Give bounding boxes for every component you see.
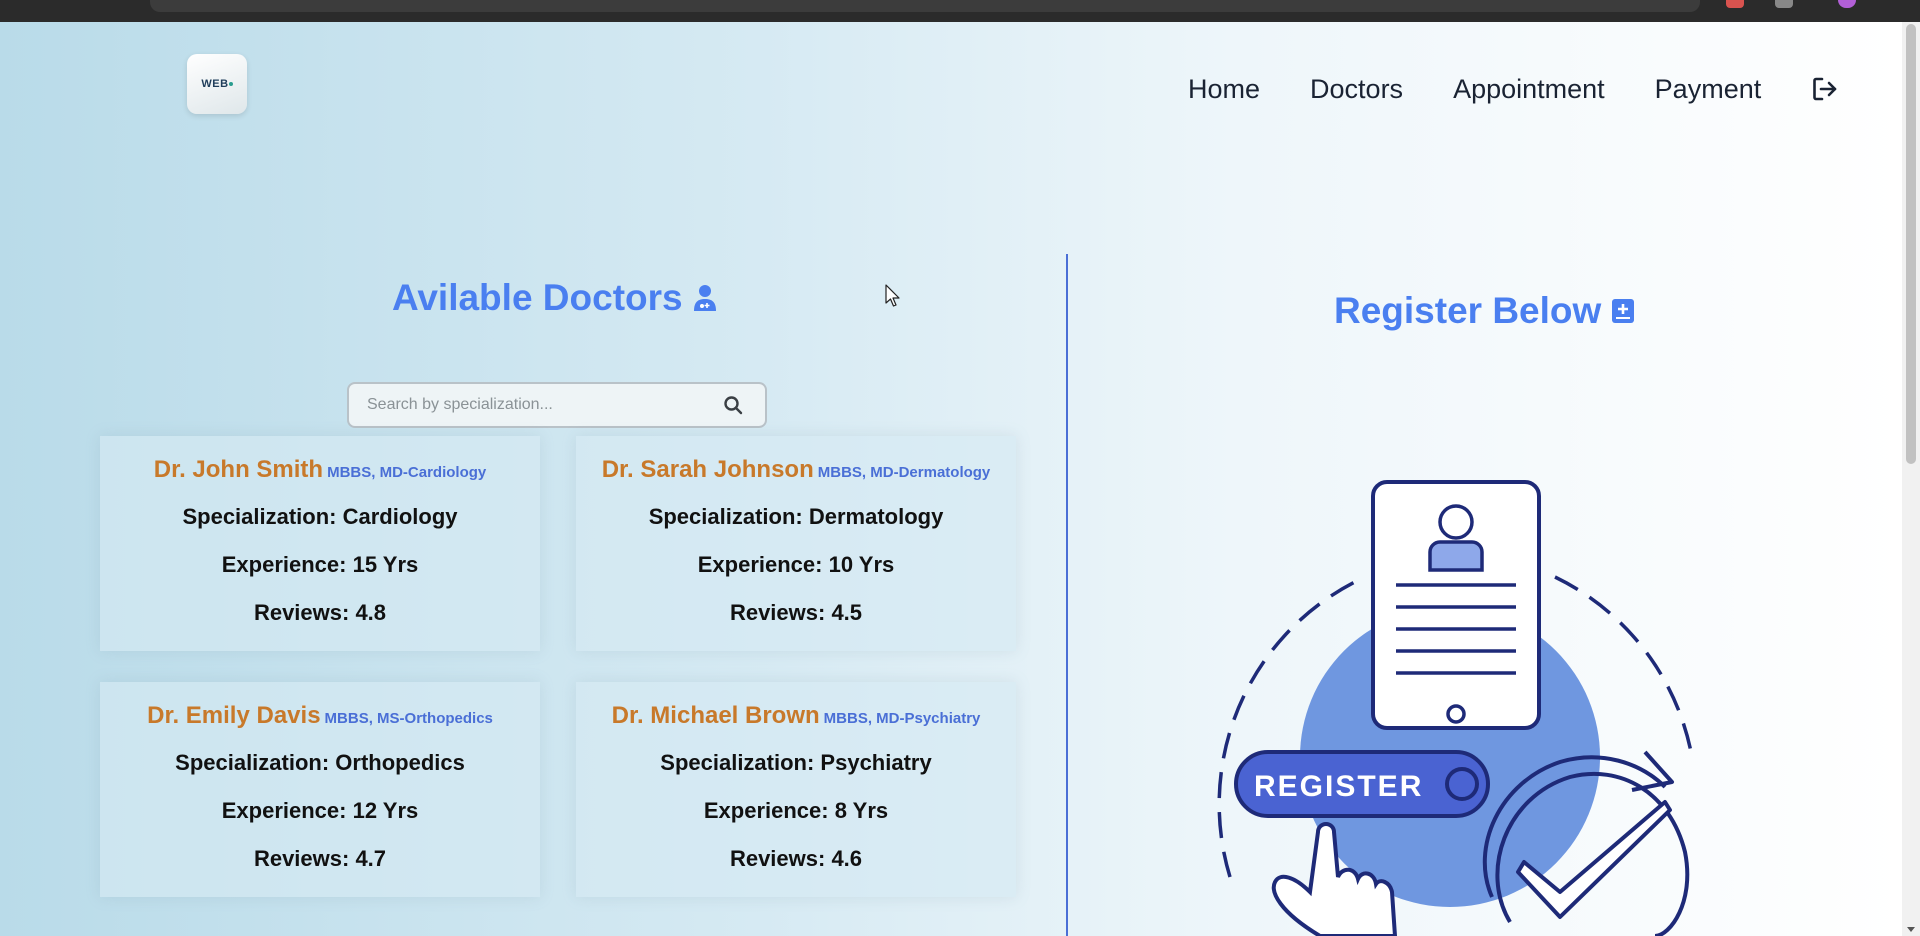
site-logo[interactable]: WEB xyxy=(187,54,247,114)
logout-icon[interactable] xyxy=(1811,75,1839,103)
mouse-cursor-icon xyxy=(885,284,900,307)
doctor-name-line: Dr. Sarah Johnson MBBS, MD-Dermatology xyxy=(576,456,1016,486)
doctor-degree: MBBS, MD-Dermatology xyxy=(817,464,991,481)
browser-extension-icon[interactable] xyxy=(1775,0,1793,8)
doctor-degree: MBBS, MD-Cardiology xyxy=(327,464,487,481)
nav-doctors-link[interactable]: Doctors xyxy=(1310,74,1403,105)
nav-payment-link[interactable]: Payment xyxy=(1655,74,1762,105)
doctors-section-title: Avilable Doctors xyxy=(392,277,717,319)
doctor-reviews: Reviews: 4.7 xyxy=(253,846,387,871)
register-title-text: Register Below xyxy=(1334,290,1602,331)
doctor-reviews: Reviews: 4.8 xyxy=(253,600,387,625)
search-box xyxy=(347,382,767,428)
logo-text: WEB xyxy=(201,78,229,90)
logo-dot xyxy=(228,82,233,86)
doctor-name: Dr. Michael Brown xyxy=(611,702,820,729)
doctor-name: Dr. John Smith xyxy=(153,456,324,483)
search-icon[interactable] xyxy=(723,395,743,415)
main-nav: Home Doctors Appointment Payment xyxy=(1188,72,1839,106)
scrollbar-thumb[interactable] xyxy=(1906,24,1916,464)
illustration-register-text: REGISTER xyxy=(1254,770,1423,803)
section-divider xyxy=(1066,254,1068,936)
user-body-icon xyxy=(1428,540,1484,572)
doctor-experience: Experience: 8 Yrs xyxy=(703,798,889,823)
browser-top-bar xyxy=(0,0,1920,22)
scroll-down-arrow-icon[interactable] xyxy=(1907,927,1915,932)
user-avatar-icon xyxy=(1438,504,1474,540)
doctor-degree: MBBS, MD-Psychiatry xyxy=(823,710,981,727)
page-scrollbar[interactable] xyxy=(1902,22,1920,936)
doctor-experience: Experience: 10 Yrs xyxy=(697,552,895,577)
doctor-name-line: Dr. John Smith MBBS, MD-Cardiology xyxy=(100,456,540,486)
doctor-name-line: Dr. Emily Davis MBBS, MS-Orthopedics xyxy=(100,702,540,732)
doctor-degree: MBBS, MS-Orthopedics xyxy=(324,710,493,727)
nav-home-link[interactable]: Home xyxy=(1188,74,1260,105)
doctor-name: Dr. Emily Davis xyxy=(147,702,321,729)
doctors-title-text: Avilable Doctors xyxy=(392,277,683,318)
register-section-title: Register Below xyxy=(1334,290,1635,332)
page-content: WEB Home Doctors Appointment Payment Avi… xyxy=(0,22,1902,936)
register-illustration: REGISTER xyxy=(1217,480,1694,936)
user-doctor-icon xyxy=(693,285,716,311)
nav-appointment-link[interactable]: Appointment xyxy=(1453,74,1605,105)
phone-home-button-icon xyxy=(1446,704,1466,724)
browser-address-bar[interactable] xyxy=(150,0,1700,12)
doctor-specialization: Specialization: Psychiatry xyxy=(660,750,932,775)
register-plus-icon xyxy=(1612,299,1635,323)
doctor-card[interactable]: Dr. Sarah Johnson MBBS, MD-Dermatology Sp… xyxy=(576,436,1016,651)
specialization-search-input[interactable] xyxy=(349,395,723,415)
doctor-reviews: Reviews: 4.5 xyxy=(729,600,863,625)
doctor-experience: Experience: 15 Yrs xyxy=(221,552,419,577)
doctor-experience: Experience: 12 Yrs xyxy=(221,798,419,823)
doctor-card[interactable]: Dr. Michael Brown MBBS, MD-Psychiatry Spe… xyxy=(576,682,1016,897)
doctor-specialization: Specialization: Orthopedics xyxy=(175,750,465,775)
doctor-card[interactable]: Dr. Emily Davis MBBS, MS-Orthopedics Spec… xyxy=(100,682,540,897)
doctor-name-line: Dr. Michael Brown MBBS, MD-Psychiatry xyxy=(576,702,1016,732)
browser-extension-icon[interactable] xyxy=(1726,0,1744,8)
doctor-card[interactable]: Dr. John Smith MBBS, MD-Cardiology Specia… xyxy=(100,436,540,651)
doctor-specialization: Specialization: Dermatology xyxy=(648,504,944,529)
browser-profile-avatar[interactable] xyxy=(1838,0,1856,8)
doctor-specialization: Specialization: Cardiology xyxy=(182,504,458,529)
doctor-reviews: Reviews: 4.6 xyxy=(729,846,863,871)
doctor-name: Dr. Sarah Johnson xyxy=(601,456,814,483)
